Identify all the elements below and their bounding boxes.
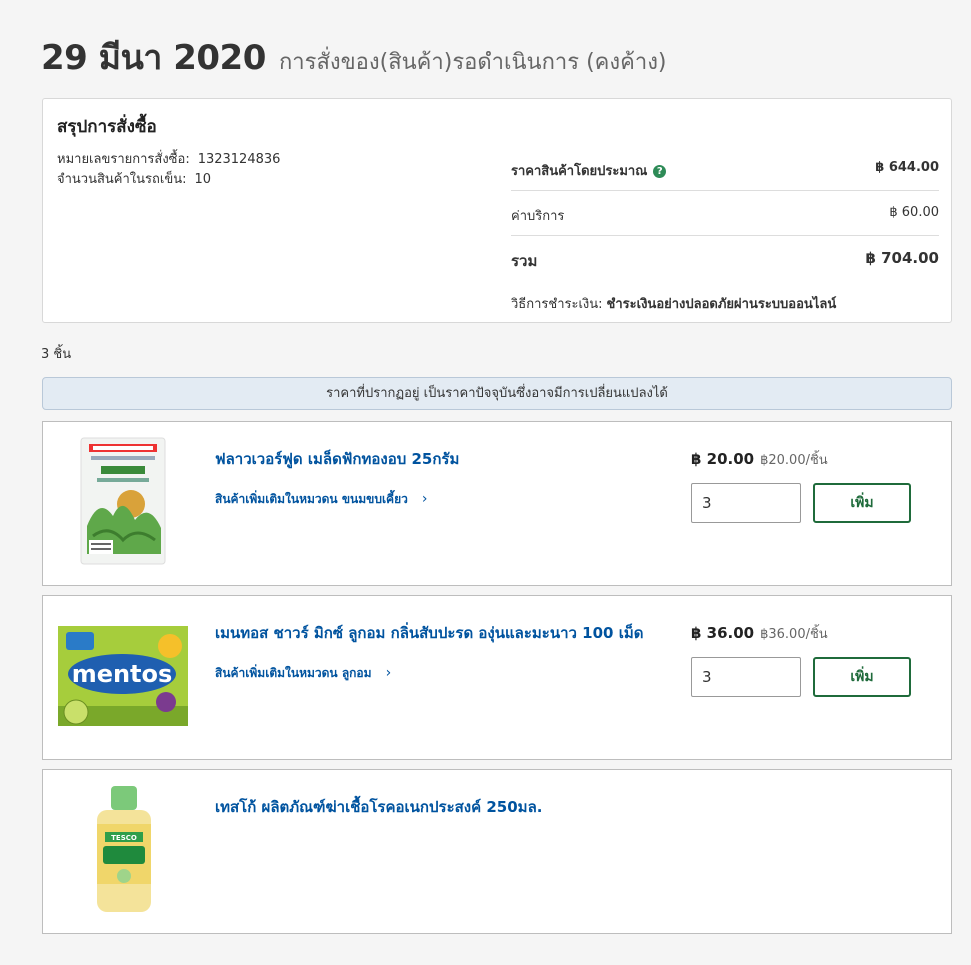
- total-row: รวม ฿ 704.00: [511, 249, 939, 273]
- items-in-cart-row: จำนวนสินค้าในรถเข็น: 10: [57, 168, 211, 189]
- add-button[interactable]: เพิ่ม: [813, 657, 911, 697]
- divider: [511, 235, 939, 236]
- order-summary-card: สรุปการสั่งซื้อ หมายเลขรายการสั่งซื้อ: 13…: [42, 98, 952, 323]
- order-number-value: 1323124836: [197, 152, 281, 167]
- estimated-price-row: ราคาสินค้าโดยประมาณ? ฿ 644.00: [511, 160, 939, 181]
- total-label: รวม: [511, 252, 538, 270]
- disinfectant-bottle-image[interactable]: TESCO: [91, 784, 157, 916]
- product-price: ฿ 36.00: [691, 624, 755, 642]
- add-button[interactable]: เพิ่ม: [813, 483, 911, 523]
- payment-method-label: วิธีการชำระเงิน:: [511, 297, 603, 312]
- price-block: ฿ 20.00 ฿20.00/ชิ้น: [691, 449, 828, 470]
- item-count: 3 ชิ้น: [41, 347, 72, 362]
- product-card: ฟลาวเวอร์ฟูด เมล็ดฟักทองอบ 25กรัม สินค้า…: [42, 421, 952, 586]
- price-block: ฿ 36.00 ฿36.00/ชิ้น: [691, 623, 828, 644]
- unit-price: ฿36.00/ชิ้น: [760, 627, 828, 642]
- mentos-logo-text: mentos: [72, 660, 173, 688]
- product-card: mentos เมนทอส ชาวร์ มิกซ์ ลูกอม กลิ่นสับ…: [42, 595, 952, 760]
- total-value: ฿ 704.00: [865, 249, 939, 267]
- category-link-label: สินค้าเพิ่มเติมในหมวดน ขนมขบเคี้ยว: [215, 492, 408, 506]
- help-icon[interactable]: ?: [653, 165, 667, 178]
- product-name-link[interactable]: ฟลาวเวอร์ฟูด เมล็ดฟักทองอบ 25กรัม: [215, 447, 459, 471]
- service-fee-value: ฿ 60.00: [889, 205, 939, 220]
- divider: [511, 190, 939, 191]
- estimated-price-label: ราคาสินค้าโดยประมาณ: [511, 164, 648, 179]
- order-status: การสั่งของ(สินค้า)รอดำเนินการ (คงค้าง): [278, 50, 667, 75]
- payment-method-row: วิธีการชำระเงิน: ชำระเงินอย่างปลอดภัยผ่าน…: [511, 293, 836, 314]
- category-link[interactable]: สินค้าเพิ่มเติมในหมวดน ลูกอม ›: [215, 664, 391, 683]
- product-price: ฿ 20.00: [691, 450, 755, 468]
- summary-title: สรุปการสั่งซื้อ: [57, 117, 157, 137]
- unit-price: ฿20.00/ชิ้น: [760, 453, 828, 468]
- items-in-cart-value: 10: [194, 172, 212, 187]
- price-notice-banner: ราคาที่ปรากฏอยู่ เป็นราคาปัจจุบันซึ่งอาจ…: [42, 377, 952, 410]
- service-fee-row: ค่าบริการ ฿ 60.00: [511, 205, 939, 226]
- product-name-link[interactable]: เมนทอส ชาวร์ มิกซ์ ลูกอม กลิ่นสับปะรด อง…: [215, 621, 643, 645]
- category-link[interactable]: สินค้าเพิ่มเติมในหมวดน ขนมขบเคี้ยว ›: [215, 490, 427, 509]
- chevron-right-icon: ›: [421, 491, 428, 507]
- page-heading: 29 มีนา 2020 การสั่งของ(สินค้า)รอดำเนินก…: [41, 30, 667, 84]
- items-in-cart-label: จำนวนสินค้าในรถเข็น:: [57, 172, 187, 187]
- quantity-input[interactable]: [691, 657, 801, 697]
- quantity-input[interactable]: [691, 483, 801, 523]
- order-number-row: หมายเลขรายการสั่งซื้อ: 1323124836: [57, 148, 280, 169]
- tesco-logo-text: TESCO: [111, 834, 137, 842]
- mentos-candy-bag-image[interactable]: mentos: [58, 626, 188, 726]
- order-date: 29 มีนา 2020: [41, 38, 266, 78]
- payment-method-value: ชำระเงินอย่างปลอดภัยผ่านระบบออนไลน์: [606, 297, 837, 312]
- order-number-label: หมายเลขรายการสั่งซื้อ:: [57, 152, 190, 167]
- pumpkin-seeds-package-image[interactable]: [79, 436, 167, 566]
- service-fee-label: ค่าบริการ: [511, 209, 565, 224]
- product-card: TESCO เทสโก้ ผลิตภัณฑ์ฆ่าเชื้อโรคอเนกประ…: [42, 769, 952, 934]
- chevron-right-icon: ›: [385, 665, 392, 681]
- estimated-price-value: ฿ 644.00: [875, 160, 939, 175]
- product-name-link[interactable]: เทสโก้ ผลิตภัณฑ์ฆ่าเชื้อโรคอเนกประสงค์ 2…: [215, 795, 542, 819]
- category-link-label: สินค้าเพิ่มเติมในหมวดน ลูกอม: [215, 666, 372, 680]
